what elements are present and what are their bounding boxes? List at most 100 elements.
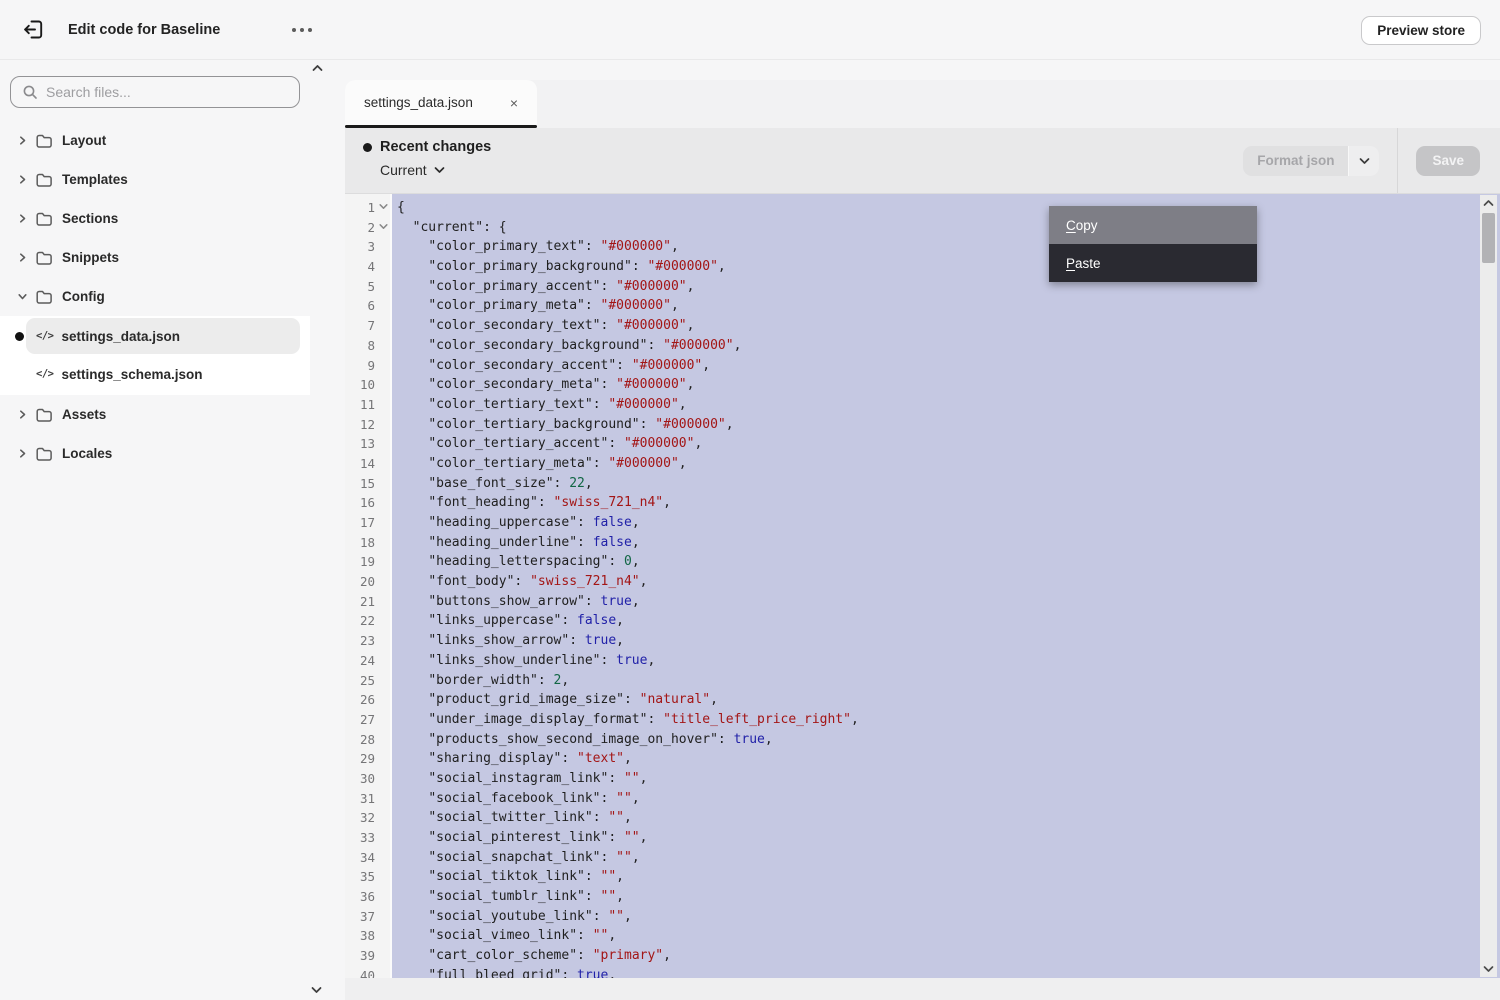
code-line: "font_body": "swiss_721_n4", [397,572,1500,592]
sidebar-item-config[interactable]: Config [0,277,310,316]
search-input[interactable] [46,84,276,100]
tab-settings-data-json[interactable]: settings_data.json × [345,80,537,125]
fold-toggle-icon[interactable] [378,221,389,232]
line-number: 31 [345,789,390,809]
code-line: { [397,198,1500,218]
code-line: "social_instagram_link": "", [397,769,1500,789]
editor-panel: settings_data.json × Recent changes Curr… [345,80,1500,1000]
save-button[interactable]: Save [1416,146,1480,176]
chevron-right-icon[interactable] [17,174,29,185]
line-number: 28 [345,730,390,750]
sidebar-scroll-down-arrow[interactable] [309,983,324,997]
context-menu: CopyPaste [1049,206,1257,282]
sidebar-item-templates[interactable]: Templates [0,160,310,199]
folder-label: Locales [62,446,112,461]
line-number: 22 [345,611,390,631]
line-number: 30 [345,769,390,789]
line-number: 40 [345,966,390,978]
file-label: settings_data.json [61,329,180,344]
preview-store-button[interactable]: Preview store [1361,16,1481,45]
code-editor[interactable]: 1234567891011121314151617181920212223242… [345,193,1500,978]
chevron-right-icon[interactable] [17,448,29,459]
line-number: 12 [345,415,390,435]
line-number: 7 [345,316,390,336]
code-line: "base_font_size": 22, [397,474,1500,494]
code-line: "cart_color_scheme": "primary", [397,946,1500,966]
line-number: 4 [345,257,390,277]
line-number: 3 [345,237,390,257]
code-line: "links_show_arrow": true, [397,631,1500,651]
version-dropdown[interactable]: Current [380,162,491,178]
folder-label: Layout [62,133,106,148]
line-number: 14 [345,454,390,474]
folder-label: Snippets [62,250,119,265]
code-line: "color_tertiary_text": "#000000", [397,395,1500,415]
code-line: "social_facebook_link": "", [397,789,1500,809]
line-number: 13 [345,434,390,454]
scrollbar-up-arrow[interactable] [1480,196,1497,211]
editor-scrollbar[interactable] [1480,195,1497,977]
format-options-arrow-button[interactable] [1348,146,1379,176]
code-line: "social_snapchat_link": "", [397,848,1500,868]
line-number: 16 [345,493,390,513]
line-number: 29 [345,749,390,769]
sidebar-item-layout[interactable]: Layout [0,121,310,160]
code-line: "color_primary_text": "#000000", [397,237,1500,257]
more-options-button[interactable] [286,22,318,38]
code-line: "social_twitter_link": "", [397,808,1500,828]
line-number: 27 [345,710,390,730]
panel-bottom-strip [345,978,1500,1000]
sidebar-item-assets[interactable]: Assets [0,395,310,434]
line-number: 10 [345,375,390,395]
file-tree: LayoutTemplatesSectionsSnippetsConfig</>… [0,121,310,473]
tab-bar: settings_data.json × [345,80,1500,128]
chevron-right-icon[interactable] [17,409,29,420]
code-line: "social_youtube_link": "", [397,907,1500,927]
code-line: "sharing_display": "text", [397,749,1500,769]
chevron-right-icon[interactable] [17,135,29,146]
chevron-down-icon[interactable] [17,291,29,302]
format-json-button[interactable]: Format json [1243,146,1348,176]
folder-label: Sections [62,211,118,226]
chevron-right-icon[interactable] [17,213,29,224]
folder-icon [35,406,53,424]
dot-icon [292,28,296,32]
sidebar-file-settings_data-json[interactable]: </>settings_data.json [0,317,310,355]
line-number: 20 [345,572,390,592]
code-line: "social_tumblr_link": "", [397,887,1500,907]
sidebar-item-sections[interactable]: Sections [0,199,310,238]
fold-toggle-icon[interactable] [378,201,389,212]
sidebar-scroll-up-arrow[interactable] [310,61,325,75]
line-number: 9 [345,356,390,376]
line-number: 35 [345,867,390,887]
search-icon [22,84,38,100]
code-line: "social_vimeo_link": "", [397,926,1500,946]
code-line: "color_tertiary_meta": "#000000", [397,454,1500,474]
chevron-down-icon [434,166,445,174]
tab-close-icon[interactable]: × [510,96,518,110]
code-content[interactable]: { "current": { "color_primary_text": "#0… [392,194,1500,978]
search-files-box[interactable] [10,76,300,108]
code-line: "color_tertiary_background": "#000000", [397,415,1500,435]
line-number: 5 [345,277,390,297]
exit-editor-button[interactable] [20,17,46,43]
chevron-down-icon [1359,157,1370,165]
context-menu-item-paste[interactable]: Paste [1049,244,1257,282]
scrollbar-down-arrow[interactable] [1480,961,1497,976]
editor-toolbar: Recent changes Current Format json Save [345,128,1500,193]
file-label: settings_schema.json [61,367,202,382]
dot-icon [300,28,304,32]
chevron-right-icon[interactable] [17,252,29,263]
folder-icon [35,249,53,267]
scrollbar-thumb[interactable] [1482,213,1495,263]
code-line: "color_tertiary_accent": "#000000", [397,434,1500,454]
line-number: 34 [345,848,390,868]
line-number: 36 [345,887,390,907]
sidebar-file-settings_schema-json[interactable]: </>settings_schema.json [0,355,310,393]
unsaved-changes-dot [363,143,372,152]
sidebar-item-locales[interactable]: Locales [0,434,310,473]
context-menu-item-copy[interactable]: Copy [1049,206,1257,244]
code-line: "social_pinterest_link": "", [397,828,1500,848]
sidebar-item-snippets[interactable]: Snippets [0,238,310,277]
line-number: 18 [345,533,390,553]
